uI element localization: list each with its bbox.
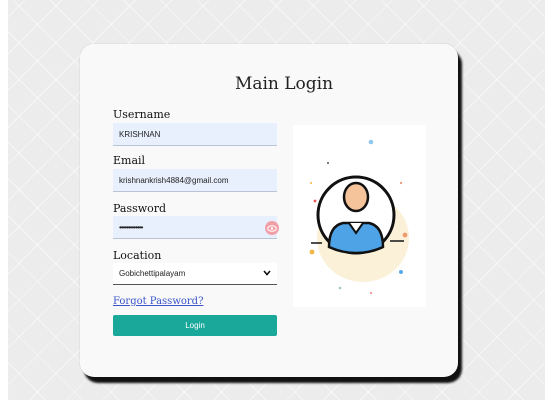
login-card: Main Login Username KRISHNAN Email krish… (80, 44, 458, 377)
page-title: Main Login (234, 74, 334, 94)
password-field[interactable]: ••••••••••••• (113, 216, 277, 239)
chevron-down-icon (263, 269, 271, 278)
location-label: Location (113, 249, 162, 262)
username-label: Username (113, 108, 171, 121)
location-select[interactable]: Gobichettipalayam (113, 263, 277, 285)
email-field[interactable]: krishnankrish4884@gmail.com (113, 169, 277, 192)
location-value: Gobichettipalayam (119, 269, 186, 278)
user-avatar-illustration (293, 125, 426, 307)
forgot-password-link[interactable]: Forgot Password? (113, 296, 203, 307)
password-label: Password (113, 202, 167, 215)
username-field[interactable]: KRISHNAN (113, 123, 277, 146)
login-button[interactable]: Login (113, 315, 277, 336)
email-label: Email (113, 154, 146, 167)
eye-icon[interactable] (265, 221, 279, 235)
